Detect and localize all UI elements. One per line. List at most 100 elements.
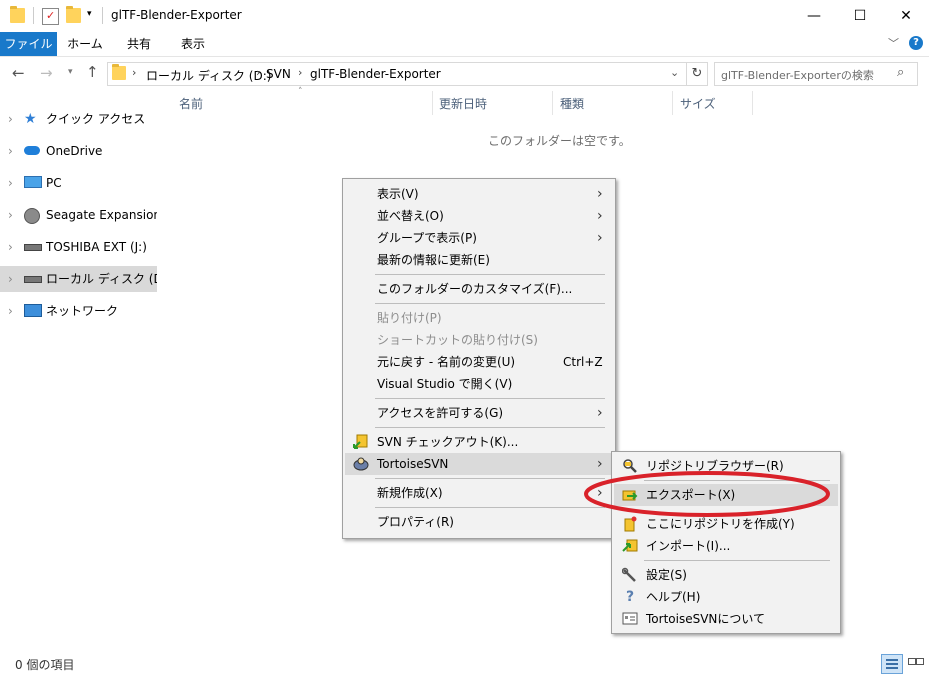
menu-item-svn-checkout[interactable]: SVN チェックアウト(K)... [345, 431, 613, 453]
submenu-arrow-icon: › [597, 186, 603, 202]
chevron-right-icon[interactable]: › [8, 138, 13, 164]
column-divider[interactable] [752, 91, 753, 115]
properties-icon[interactable]: ✓ [42, 8, 59, 25]
menu-item-label: ショートカットの貼り付け(S) [377, 333, 538, 347]
chevron-right-icon[interactable]: › [8, 266, 13, 292]
import-icon [622, 538, 638, 554]
chevron-right-icon[interactable]: › [8, 202, 13, 228]
submenu-arrow-icon: › [597, 405, 603, 421]
tab-file[interactable]: ファイル [0, 32, 57, 56]
submenu-item-about[interactable]: TortoiseSVNについて [614, 608, 838, 630]
tab-view[interactable]: 表示 [170, 32, 216, 56]
window-title: glTF-Blender-Exporter [111, 8, 242, 22]
menu-separator [375, 427, 605, 428]
menu-separator [375, 303, 605, 304]
nav-item-label: ローカル ディスク (D:) [46, 272, 157, 286]
tab-share[interactable]: 共有 [116, 32, 162, 56]
submenu-item-settings[interactable]: 設定(S) [614, 564, 838, 586]
nav-item-quick-access[interactable]: › ★ クイック アクセス [0, 106, 157, 132]
submenu-arrow-icon: › [597, 230, 603, 246]
nav-item-local-disk[interactable]: › ローカル ディスク (D:) [0, 266, 157, 292]
minimize-button[interactable]: — [791, 0, 837, 32]
menu-item-label: 並べ替え(O) [377, 209, 444, 223]
menu-item-label: TortoiseSVN [377, 457, 449, 471]
new-folder-icon[interactable] [66, 6, 81, 23]
large-icons-view-icon[interactable] [906, 655, 924, 671]
nav-item-seagate[interactable]: › Seagate Expansion Drive [0, 202, 157, 228]
address-bar[interactable]: › ローカル ディスク (D:) › SVN › glTF-Blender-Ex… [107, 62, 687, 86]
column-header-size[interactable]: サイズ [680, 95, 716, 112]
column-divider[interactable] [432, 91, 433, 115]
column-divider[interactable] [672, 91, 673, 115]
menu-item-properties[interactable]: プロパティ(R) [345, 511, 613, 533]
column-header-name[interactable]: 名前 [179, 95, 203, 112]
menu-item-give-access[interactable]: アクセスを許可する(G) › [345, 402, 613, 424]
nav-item-pc[interactable]: › PC [0, 170, 157, 196]
close-button[interactable]: ✕ [883, 0, 929, 32]
breadcrumb-item[interactable]: glTF-Blender-Exporter [310, 67, 441, 81]
breadcrumb-item[interactable]: SVN [266, 67, 291, 81]
details-view-icon[interactable] [881, 654, 903, 674]
breadcrumb-separator: › [132, 66, 137, 79]
cloud-icon [24, 146, 40, 155]
recent-locations-icon[interactable]: ▾ [68, 67, 73, 77]
menu-item-view[interactable]: 表示(V) › [345, 183, 613, 205]
chevron-right-icon[interactable]: › [8, 170, 13, 196]
menu-item-refresh[interactable]: 最新の情報に更新(E) [345, 249, 613, 271]
divider [102, 7, 103, 24]
navigation-pane: › ★ クイック アクセス › OneDrive › PC › Seagate … [0, 104, 158, 644]
nav-item-label: OneDrive [46, 144, 103, 158]
column-divider[interactable] [552, 91, 553, 115]
search-input[interactable]: glTF-Blender-Exporterの検索 ⌕ [714, 62, 918, 86]
refresh-icon[interactable]: ↻ [686, 62, 708, 86]
customize-quick-access-icon[interactable]: ▾ [87, 9, 92, 19]
submenu-arrow-icon: › [597, 208, 603, 224]
menu-item-paste: 貼り付け(P) [345, 307, 613, 329]
chevron-right-icon[interactable]: › [8, 106, 13, 132]
nav-item-toshiba[interactable]: › TOSHIBA EXT (J:) [0, 234, 157, 260]
menu-item-sort[interactable]: 並べ替え(O) › [345, 205, 613, 227]
back-arrow-icon[interactable]: ← [12, 64, 25, 82]
title-bar: ✓ ▾ glTF-Blender-Exporter — ☐ ✕ [0, 0, 929, 33]
usb-drive-icon [24, 244, 42, 251]
folder-icon [10, 6, 25, 23]
star-icon: ★ [24, 111, 37, 127]
submenu-item-help[interactable]: ? ヘルプ(H) [614, 586, 838, 608]
menu-separator [375, 478, 605, 479]
menu-item-open-visual-studio[interactable]: Visual Studio で開く(V) [345, 373, 613, 395]
breadcrumb-item[interactable]: ローカル ディスク (D:) [146, 67, 271, 84]
tab-home[interactable]: ホーム [62, 32, 108, 56]
menu-item-customize-folder[interactable]: このフォルダーのカスタマイズ(F)... [345, 278, 613, 300]
network-icon [24, 304, 42, 317]
breadcrumb-separator: › [256, 66, 261, 79]
svn-checkout-icon [353, 434, 369, 450]
nav-item-label: クイック アクセス [46, 112, 146, 126]
menu-item-new[interactable]: 新規作成(X) › [345, 482, 613, 504]
nav-item-network[interactable]: › ネットワーク [0, 298, 157, 324]
menu-item-label: このフォルダーのカスタマイズ(F)... [377, 282, 573, 296]
menu-separator [375, 398, 605, 399]
menu-item-label: 最新の情報に更新(E) [377, 253, 490, 267]
breadcrumb-separator: › [298, 66, 303, 79]
search-icon[interactable]: ⌕ [897, 65, 904, 80]
search-placeholder: glTF-Blender-Exporterの検索 [721, 69, 874, 82]
menu-item-tortoisesvn[interactable]: TortoiseSVN › [345, 453, 613, 475]
column-header-modified[interactable]: 更新日時 [439, 95, 487, 112]
chevron-right-icon[interactable]: › [8, 298, 13, 324]
expand-ribbon-icon[interactable]: ﹀ [888, 35, 899, 51]
forward-arrow-icon[interactable]: → [40, 64, 53, 82]
menu-separator [375, 507, 605, 508]
up-arrow-icon[interactable]: ↑ [86, 63, 99, 81]
submenu-item-import[interactable]: インポート(I)... [614, 535, 838, 557]
menu-item-group-by[interactable]: グループで表示(P) › [345, 227, 613, 249]
nav-item-onedrive[interactable]: › OneDrive [0, 138, 157, 164]
menu-item-undo-rename[interactable]: 元に戻す - 名前の変更(U) Ctrl+Z [345, 351, 613, 373]
column-header-type[interactable]: 種類 [560, 95, 584, 112]
status-item-count: 0 個の項目 [15, 658, 75, 672]
maximize-button[interactable]: ☐ [837, 0, 883, 32]
menu-item-label: グループで表示(P) [377, 231, 477, 245]
address-dropdown-icon[interactable]: ⌄ [670, 66, 679, 79]
help-icon[interactable]: ? [909, 36, 923, 50]
help-icon: ? [625, 589, 635, 605]
chevron-right-icon[interactable]: › [8, 234, 13, 260]
